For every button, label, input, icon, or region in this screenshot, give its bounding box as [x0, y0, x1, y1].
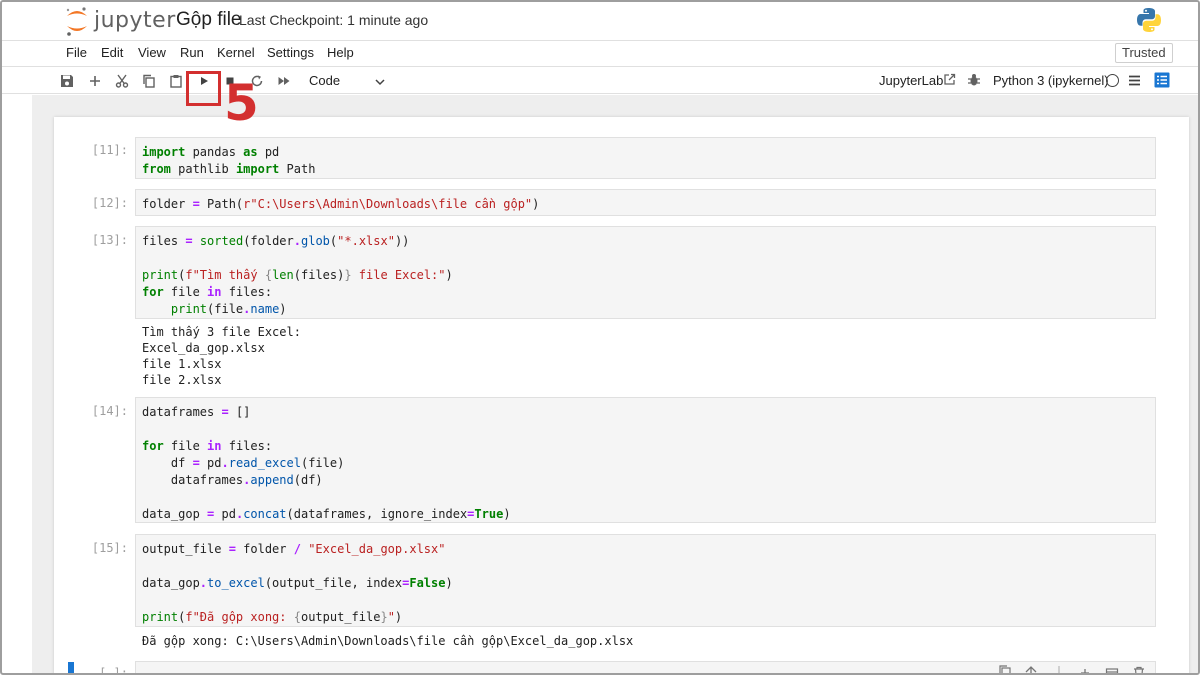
cell-output-15: Đã gộp xong: C:\Users\Admin\Downloads\fi… [142, 633, 633, 649]
paste-icon [170, 75, 182, 88]
insert-above-icon[interactable] [1105, 665, 1119, 675]
menu-view[interactable]: View [138, 45, 166, 60]
insert-below-icon[interactable] [1078, 665, 1092, 675]
notebook-title[interactable]: Gộp file [176, 9, 241, 31]
code-cell-14[interactable]: dataframes = [] for file in files: df = … [135, 397, 1156, 523]
jupyter-window: jupyter Gộp file Last Checkpoint: 1 minu… [0, 0, 1200, 675]
save-button[interactable] [58, 72, 76, 90]
python-logo-icon [1137, 8, 1161, 33]
cell-prompt: [13]: [91, 233, 128, 247]
notebook-toolbar: Code JupyterLab Python 3 (ipykernel) [2, 66, 1198, 94]
code-cell-12[interactable]: folder = Path(r"C:\Users\Admin\Downloads… [135, 189, 1156, 216]
menu-edit[interactable]: Edit [101, 45, 123, 60]
code-cell-13[interactable]: files = sorted(folder.glob("*.xlsx")) pr… [135, 226, 1156, 319]
duplicate-cell-icon[interactable] [998, 665, 1012, 675]
cell-prompt: [ ]: [99, 666, 128, 675]
fast-forward-icon [278, 77, 290, 85]
cell-prompt: [15]: [91, 541, 128, 555]
output-line: file 1.xlsx [142, 357, 222, 371]
output-line: Tìm thấy 3 file Excel: [142, 325, 301, 339]
step-number-annotation: 5 [224, 74, 259, 132]
menu-icon[interactable] [1128, 74, 1141, 87]
output-line: Đã gộp xong: C:\Users\Admin\Downloads\fi… [142, 634, 634, 648]
output-line: Excel_da_gop.xlsx [142, 341, 265, 355]
menu-bar: File Edit View Run Kernel Settings Help … [2, 40, 1198, 66]
menu-help[interactable]: Help [327, 45, 354, 60]
delete-cell-icon[interactable] [1132, 665, 1146, 675]
move-down-icon[interactable] [1052, 665, 1066, 675]
table-of-contents-icon[interactable] [1154, 72, 1170, 88]
debugger-bug-icon[interactable] [967, 73, 981, 87]
cell-prompt: [11]: [91, 143, 128, 157]
kernel-status-idle-icon [1106, 74, 1119, 87]
last-checkpoint: Last Checkpoint: 1 minute ago [239, 12, 429, 28]
plus-icon [90, 76, 100, 86]
copy-icon [143, 74, 155, 88]
chevron-down-icon[interactable] [374, 76, 386, 88]
save-icon [61, 75, 73, 87]
output-line: file 2.xlsx [142, 373, 222, 387]
cut-button[interactable] [113, 72, 131, 90]
jupyter-logo[interactable]: jupyter [64, 4, 176, 38]
move-up-icon[interactable] [1024, 665, 1038, 675]
trusted-badge[interactable]: Trusted [1115, 43, 1173, 63]
code-cell-15[interactable]: output_file = folder / "Excel_da_gop.xls… [135, 534, 1156, 627]
menu-settings[interactable]: Settings [267, 45, 314, 60]
copy-button[interactable] [140, 72, 158, 90]
kernel-name[interactable]: Python 3 (ipykernel) [993, 73, 1109, 88]
cell-output-13: Tìm thấy 3 file Excel: Excel_da_gop.xlsx… [142, 324, 301, 388]
open-jupyterlab-link[interactable]: JupyterLab [879, 73, 943, 88]
insert-cell-button[interactable] [86, 72, 104, 90]
external-link-icon [944, 73, 956, 85]
cell-type-select[interactable]: Code [309, 73, 340, 88]
jupyter-wordmark: jupyter [94, 8, 176, 33]
code-cell-11[interactable]: import pandas as pd from pathlib import … [135, 137, 1156, 179]
jupyter-logo-icon [66, 7, 87, 36]
run-button-highlight [186, 71, 221, 106]
paste-button[interactable] [167, 72, 185, 90]
menu-run[interactable]: Run [180, 45, 204, 60]
cell-prompt: [14]: [91, 404, 128, 418]
cell-prompt: [12]: [91, 196, 128, 210]
app-header: jupyter Gộp file Last Checkpoint: 1 minu… [2, 2, 1198, 40]
menu-file[interactable]: File [66, 45, 87, 60]
restart-run-all-button[interactable] [275, 72, 293, 90]
scissors-icon [115, 74, 129, 88]
menu-kernel[interactable]: Kernel [217, 45, 255, 60]
